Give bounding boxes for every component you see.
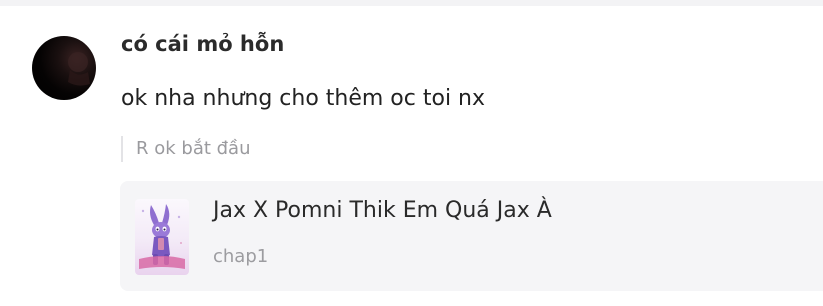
comment-text: ok nha nhưng cho thêm oc toi nx (121, 86, 486, 111)
avatar-image (68, 52, 90, 86)
story-cover-image (135, 199, 189, 275)
comment-author[interactable]: có cái mỏ hỗn (121, 32, 284, 56)
story-chapter: chap1 (213, 246, 269, 267)
story-title: Jax X Pomni Thik Em Quá Jax À (213, 198, 552, 223)
comment-item: có cái mỏ hỗn ok nha nhưng cho thêm oc t… (0, 0, 823, 306)
story-cover-illustration (139, 204, 185, 269)
avatar[interactable] (32, 36, 96, 100)
story-card[interactable]: Jax X Pomni Thik Em Quá Jax À chap1 (120, 181, 823, 291)
reply-quote: R ok bắt đầu (121, 136, 251, 162)
